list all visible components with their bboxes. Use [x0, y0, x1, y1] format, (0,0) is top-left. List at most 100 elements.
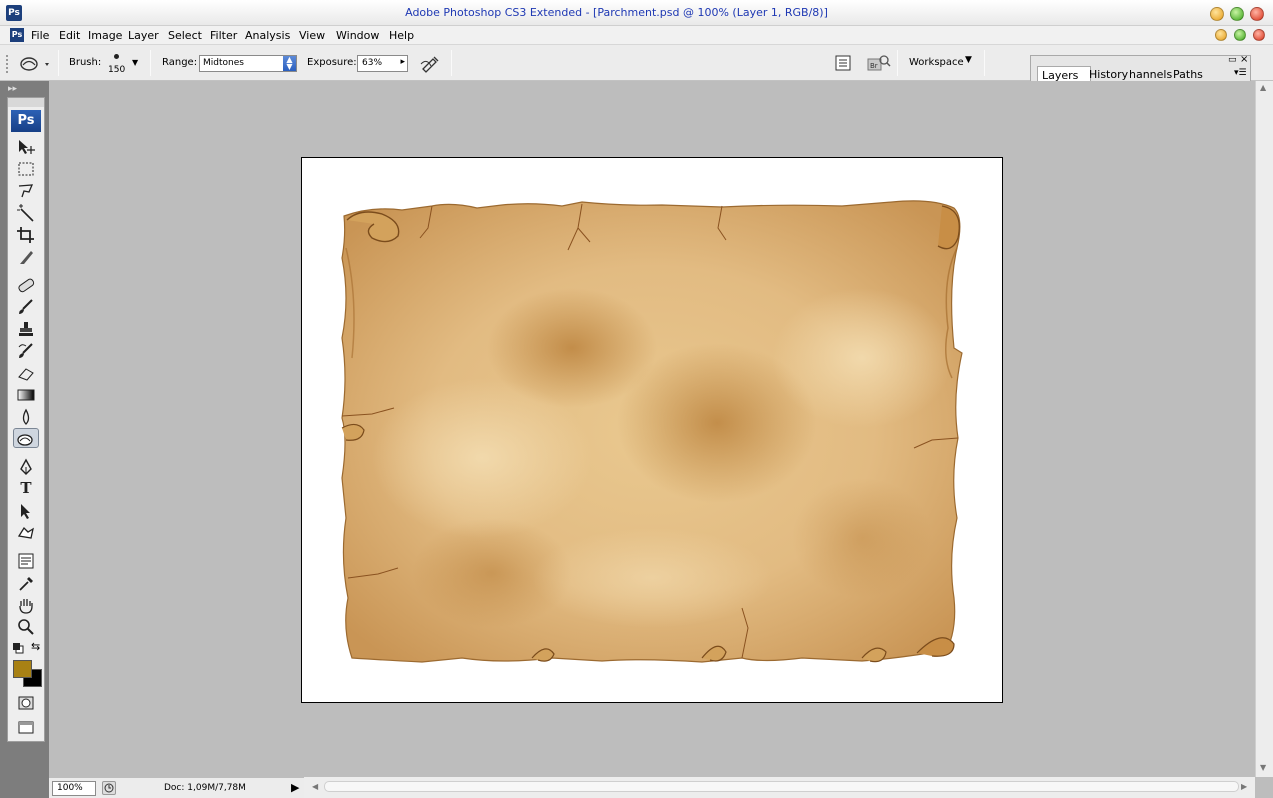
healing-brush-tool[interactable] [13, 274, 39, 294]
blur-tool[interactable] [13, 406, 39, 426]
go-to-bridge-button[interactable]: Br [867, 53, 891, 73]
brush-size-value: 150 [108, 65, 126, 75]
close-button[interactable] [1250, 7, 1264, 21]
notes-tool[interactable] [13, 550, 39, 570]
workspace-menu[interactable]: Workspace ▼ [909, 55, 975, 71]
vertical-scrollbar[interactable]: ▲ ▼ [1255, 81, 1273, 777]
workspace-label: Workspace [909, 57, 964, 68]
pen-nib-icon [20, 458, 32, 475]
panel-close-icon[interactable]: × [1240, 54, 1248, 65]
foreground-color-swatch[interactable] [13, 660, 32, 678]
horizontal-scrollbar[interactable]: ◀ ▶ [304, 777, 1255, 798]
scroll-right-icon[interactable]: ▶ [1241, 782, 1247, 791]
expand-panel-icon[interactable]: ▸▸ [8, 84, 17, 94]
exposure-value: 63% [362, 58, 383, 68]
menu-filter[interactable]: Filter [210, 29, 237, 42]
history-brush-tool[interactable] [13, 340, 39, 360]
panel-collapse-icon[interactable]: ▭ [1228, 55, 1237, 65]
tools-panel: Ps T ⇆ [7, 97, 45, 742]
pen-tool[interactable] [13, 456, 39, 476]
menu-image[interactable]: Image [88, 29, 122, 42]
palette-well-button[interactable] [834, 54, 852, 72]
airbrush-toggle[interactable] [419, 52, 443, 74]
chevron-right-icon[interactable]: ▸ [400, 57, 405, 67]
chevron-down-icon: ▼ [965, 55, 972, 65]
custom-shape-icon [17, 526, 34, 539]
menu-analysis[interactable]: Analysis [245, 29, 290, 42]
history-brush-icon [18, 343, 33, 358]
marquee-tool[interactable] [13, 158, 39, 178]
select-spinner-icon: ▲ ▼ [283, 56, 296, 71]
tab-paths-label: Paths [1173, 68, 1203, 81]
move-tool-icon [19, 140, 35, 154]
tool-preset-picker[interactable] [17, 53, 53, 73]
menu-select[interactable]: Select [168, 29, 202, 42]
tools-panel-header[interactable] [8, 98, 44, 107]
tab-history-label: History [1089, 68, 1129, 81]
scroll-left-icon[interactable]: ◀ [312, 782, 318, 791]
clone-stamp-tool[interactable] [13, 318, 39, 338]
doc-maximize-button[interactable] [1234, 29, 1246, 41]
doc-close-button[interactable] [1253, 29, 1265, 41]
exposure-field[interactable]: 63% ▸ [357, 55, 408, 72]
options-bar-grip[interactable] [6, 55, 12, 73]
burn-tool-preset-icon [20, 57, 49, 71]
parchment-scroll-image [341, 200, 963, 663]
maximize-button[interactable] [1230, 7, 1244, 21]
brush-tool[interactable] [13, 296, 39, 316]
hand-icon [19, 599, 33, 614]
document-size-info: Doc: 1,09M/7,78M [164, 783, 246, 793]
burn-tool[interactable] [13, 428, 39, 448]
crop-tool[interactable] [13, 224, 39, 244]
swap-colors-icon[interactable]: ⇆ [31, 641, 43, 653]
airbrush-icon [420, 56, 439, 73]
custom-shape-tool[interactable] [13, 522, 39, 542]
minimize-button[interactable] [1210, 7, 1224, 21]
brush-picker[interactable]: 150 ▼ [107, 51, 141, 77]
menu-file[interactable]: File [31, 29, 49, 42]
range-label: Range: [162, 57, 198, 68]
screen-mode-button[interactable] [13, 716, 39, 736]
menu-help[interactable]: Help [389, 29, 414, 42]
magnifier-icon [18, 619, 34, 635]
document-canvas[interactable] [301, 157, 1003, 703]
doc-minimize-button[interactable] [1215, 29, 1227, 41]
hand-tool[interactable] [13, 594, 39, 614]
slice-knife-icon [20, 251, 33, 264]
scroll-down-icon[interactable]: ▼ [1260, 763, 1266, 772]
tab-channels-label: hannels [1129, 68, 1173, 81]
options-separator [897, 50, 898, 76]
range-select-value: Midtones [203, 58, 244, 68]
panel-menu-icon[interactable]: ▾☰ [1234, 68, 1247, 78]
bandage-icon [18, 278, 35, 293]
photoshop-logo[interactable]: Ps [11, 110, 41, 132]
magic-wand-tool[interactable] [13, 202, 39, 222]
document-ps-icon[interactable]: Ps [10, 28, 24, 42]
lasso-tool[interactable] [13, 180, 39, 200]
gradient-tool[interactable] [13, 384, 39, 404]
menu-window[interactable]: Window [336, 29, 379, 42]
path-selection-tool[interactable] [13, 500, 39, 520]
move-tool[interactable] [13, 136, 39, 156]
paintbrush-icon [19, 299, 33, 314]
menu-layer[interactable]: Layer [128, 29, 159, 42]
default-colors-button[interactable] [12, 642, 24, 654]
type-tool[interactable]: T [13, 478, 39, 498]
zoom-field[interactable]: 100% [52, 781, 96, 796]
title-bar: Ps Adobe Photoshop CS3 Extended - [Parch… [0, 0, 1273, 26]
eyedropper-tool[interactable] [13, 572, 39, 592]
status-menu-arrow-icon[interactable]: ▶ [291, 781, 299, 794]
slice-tool[interactable] [13, 246, 39, 266]
menu-edit[interactable]: Edit [59, 29, 80, 42]
scroll-up-icon[interactable]: ▲ [1260, 83, 1266, 92]
menu-view[interactable]: View [299, 29, 325, 42]
eraser-tool[interactable] [13, 362, 39, 382]
quick-mask-button[interactable] [13, 692, 39, 712]
eraser-icon [18, 368, 34, 381]
range-select[interactable]: Midtones ▲ ▼ [199, 55, 297, 72]
status-preview-button[interactable] [102, 781, 116, 795]
rectangular-marquee-icon [18, 162, 34, 176]
zoom-tool[interactable] [13, 616, 39, 636]
path-selection-arrow-icon [21, 504, 30, 519]
horizontal-scroll-thumb[interactable] [324, 781, 1239, 792]
